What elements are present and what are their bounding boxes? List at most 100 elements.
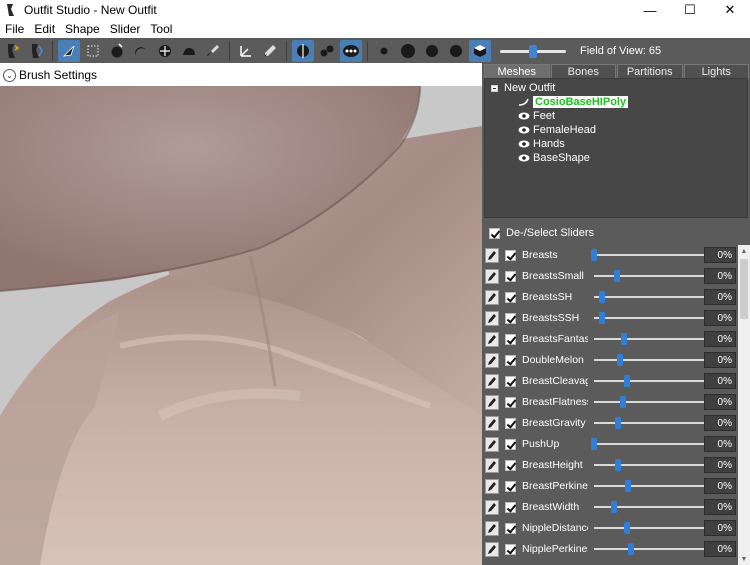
slider-checkbox[interactable] [505,522,516,534]
slider-value-field[interactable]: 0% [704,373,736,389]
scroll-up-icon[interactable]: ▲ [738,245,750,257]
mask-tool-button[interactable] [82,40,104,62]
slider-value-field[interactable]: 0% [704,394,736,410]
slider-value-field[interactable]: 0% [704,310,736,326]
tab-lights[interactable]: Lights [683,64,749,79]
slider-thumb[interactable] [613,270,620,282]
transform-tool-button[interactable] [235,40,257,62]
slider-name[interactable]: BreastFlatness [522,396,588,408]
slider-value-field[interactable]: 0% [704,415,736,431]
slider-thumb[interactable] [614,417,621,429]
slider-name[interactable]: DoubleMelon [522,354,588,366]
slider-value-field[interactable]: 0% [704,457,736,473]
menu-edit[interactable]: Edit [29,22,60,36]
edit-slider-button[interactable] [485,310,499,326]
tree-item-hands[interactable]: Hands [518,137,565,151]
symmetry-toggle-button[interactable] [292,39,314,62]
collapse-chevron-icon[interactable]: ⌄ [3,68,16,82]
edit-slider-button[interactable] [485,352,499,368]
deselect-sliders-header[interactable]: De-/Select Sliders [484,224,750,242]
select-tool-button[interactable] [58,39,80,62]
edit-slider-button[interactable] [485,331,499,347]
slider-name[interactable]: BreastsSH [522,291,588,303]
eye-icon[interactable] [518,154,530,162]
slider-checkbox[interactable] [505,417,516,429]
eye-icon[interactable] [518,126,530,134]
eye-icon[interactable] [518,140,530,148]
slider-thumb[interactable] [598,291,605,303]
tree-item-feet[interactable]: Feet [518,109,555,123]
slider-checkbox[interactable] [505,501,516,513]
slider-thumb[interactable] [619,396,626,408]
tree-item-baseshape[interactable]: BaseShape [518,151,590,165]
tree-item-femalehead[interactable]: FemaleHead [518,123,596,137]
slider-value-field[interactable]: 0% [704,352,736,368]
edit-slider-button[interactable] [485,415,499,431]
slider-name[interactable]: BreastGravity [522,417,588,429]
slider-checkbox[interactable] [505,354,516,366]
menu-file[interactable]: File [0,22,29,36]
slider-thumb[interactable] [591,249,597,261]
slider-thumb[interactable] [617,354,624,366]
edit-slider-button[interactable] [485,436,499,452]
slider-thumb[interactable] [591,438,597,450]
edit-slider-button[interactable] [485,520,499,536]
eye-icon[interactable] [518,112,530,120]
slider-thumb[interactable] [621,333,628,345]
slider-name[interactable]: NippleDistance [522,522,588,534]
slider-checkbox[interactable] [505,270,516,282]
slider-thumb[interactable] [623,522,630,534]
slider-value-field[interactable]: 0% [704,520,736,536]
inflate-brush-button[interactable] [106,40,128,62]
edit-slider-button[interactable] [485,478,499,494]
tree-root[interactable]: New Outfit [491,82,555,94]
pencil-tool-button[interactable] [259,40,281,62]
brush-size-xs-button[interactable] [373,40,395,62]
tab-bones[interactable]: Bones [550,64,616,79]
slider-checkbox[interactable] [505,459,516,471]
slider-checkbox[interactable] [505,438,516,450]
slider-value-field[interactable]: 0% [704,289,736,305]
slider-checkbox[interactable] [505,291,516,303]
edit-slider-button[interactable] [485,247,499,263]
tab-partitions[interactable]: Partitions [617,64,683,79]
slider-checkbox[interactable] [505,375,516,387]
scroll-down-icon[interactable]: ▼ [738,553,750,565]
slider-value-field[interactable]: 0% [704,436,736,452]
slider-thumb[interactable] [625,480,632,492]
smooth-brush-button[interactable] [178,40,200,62]
slider-name[interactable]: BreastsFantasy [522,333,588,345]
close-button[interactable]: ✕ [710,0,750,20]
slider-checkbox[interactable] [505,396,516,408]
slider-checkbox[interactable] [505,333,516,345]
connected-toggle-button[interactable] [316,40,338,62]
menu-tool[interactable]: Tool [145,22,177,36]
tree-item-cosiobasehipoly[interactable]: CosioBaseHIPoly [518,95,629,109]
slider-value-field[interactable]: 0% [704,478,736,494]
slider-name[interactable]: NipplePerkiness [522,543,588,555]
slider-name[interactable]: BreastCleavage [522,375,588,387]
edit-slider-button[interactable] [485,289,499,305]
slider-name[interactable]: Breasts [522,249,588,261]
brush-falloff-button[interactable] [421,40,443,62]
load-reference-button[interactable] [1,40,23,62]
edit-slider-button[interactable] [485,268,499,284]
fov-slider[interactable] [500,41,566,61]
slider-thumb[interactable] [611,501,618,513]
deflate-brush-button[interactable] [130,40,152,62]
slider-checkbox[interactable] [505,249,516,261]
menu-slider[interactable]: Slider [105,22,146,36]
slider-name[interactable]: BreastHeight [522,459,588,471]
view-cube-button[interactable] [469,39,491,62]
slider-checkbox[interactable] [505,543,516,555]
weight-brush-button[interactable] [202,40,224,62]
slider-value-field[interactable]: 0% [704,331,736,347]
slider-thumb[interactable] [627,543,634,555]
brush-settings-label[interactable]: Brush Settings [19,68,97,82]
fov-slider-thumb[interactable] [529,44,537,58]
slider-name[interactable]: BreastWidth [522,501,588,513]
slider-thumb[interactable] [614,459,621,471]
edit-slider-button[interactable] [485,394,499,410]
edit-slider-button[interactable] [485,457,499,473]
edit-slider-button[interactable] [485,499,499,515]
